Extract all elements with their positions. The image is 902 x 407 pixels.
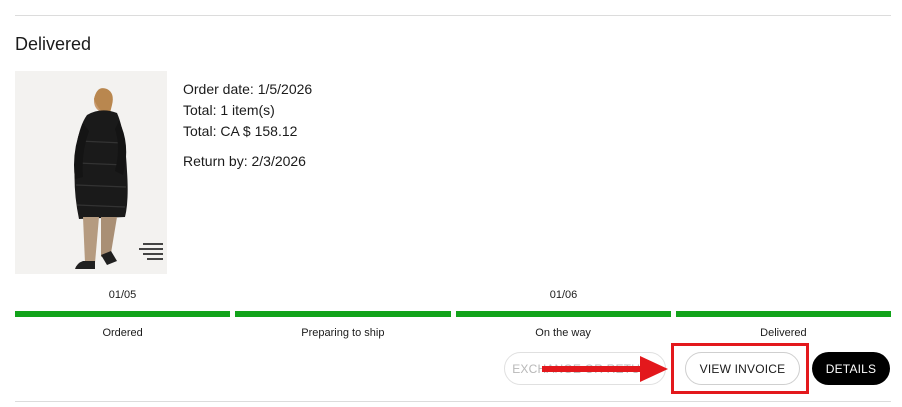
tracker-date-ordered: 01/05	[108, 289, 137, 301]
tracker-bar-on-the-way	[455, 311, 671, 317]
tracker-progress-bars	[15, 311, 891, 317]
top-divider	[15, 15, 891, 16]
tracker-labels: Ordered Preparing to ship On the way Del…	[15, 327, 891, 339]
shipment-tracker: 01/05 01/06 Ordered Preparing to ship On…	[15, 289, 891, 339]
tracker-dates: 01/05 01/06	[15, 289, 891, 311]
order-date: Order date: 1/5/2026	[183, 81, 313, 97]
return-by-date: Return by: 2/3/2026	[183, 153, 306, 169]
order-status-title: Delivered	[15, 34, 92, 54]
tracker-step-delivered: Delivered	[760, 327, 807, 339]
tracker-step-preparing: Preparing to ship	[301, 327, 385, 339]
order-info: Order date: 1/5/2026 Total: 1 item(s) To…	[183, 79, 312, 172]
annotation-highlight-box	[671, 343, 809, 394]
product-thumbnail[interactable]	[15, 71, 167, 274]
tracker-step-ordered: Ordered	[102, 327, 143, 339]
tracker-date-on-the-way: 01/06	[549, 289, 578, 301]
tracker-bar-delivered	[675, 311, 891, 317]
bottom-divider	[15, 401, 891, 402]
tracker-bar-preparing	[235, 311, 451, 317]
tracker-bar-ordered	[15, 311, 231, 317]
tracker-step-on-the-way: On the way	[535, 327, 591, 339]
product-photo-icon	[15, 71, 167, 274]
order-item-count: Total: 1 item(s)	[183, 102, 275, 118]
arrow-right-icon	[542, 356, 668, 382]
order-total: Total: CA $ 158.12	[183, 123, 298, 139]
details-button[interactable]: DETAILS	[812, 352, 890, 385]
